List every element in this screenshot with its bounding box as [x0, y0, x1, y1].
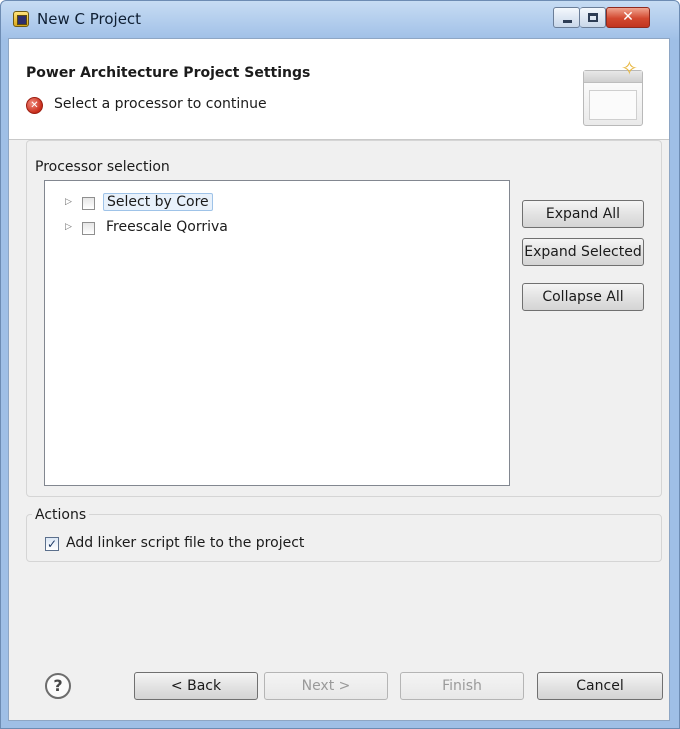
minimize-button[interactable] [553, 7, 580, 28]
close-button[interactable]: ✕ [606, 7, 650, 28]
add-linker-script-checkbox[interactable]: ✓ [45, 537, 59, 551]
maximize-icon [588, 13, 598, 22]
tree-item-freescale-qorriva[interactable]: ▷ Freescale Qorriva [45, 218, 509, 238]
expand-arrow-icon[interactable]: ▷ [65, 222, 72, 232]
add-linker-script-label[interactable]: Add linker script file to the project [66, 535, 304, 551]
back-button[interactable]: < Back [134, 672, 258, 700]
title-bar[interactable]: New C Project ✕ [1, 1, 679, 39]
expand-selected-button[interactable]: Expand Selected [522, 238, 644, 266]
processor-tree[interactable]: ▷ Select by Core ▷ Freescale Qorriva [44, 180, 510, 486]
finish-button[interactable]: Finish [400, 672, 524, 700]
sparkle-icon: ✧ [621, 56, 638, 80]
expand-all-button[interactable]: Expand All [522, 200, 644, 228]
page-title: Power Architecture Project Settings [26, 65, 311, 81]
tree-item-label[interactable]: Select by Core [103, 193, 213, 211]
cancel-button[interactable]: Cancel [537, 672, 663, 700]
tree-item-label[interactable]: Freescale Qorriva [103, 219, 231, 235]
collapse-all-button[interactable]: Collapse All [522, 283, 644, 311]
window-title: New C Project [37, 10, 142, 28]
wizard-banner: Power Architecture Project Settings ✕ Se… [9, 39, 669, 140]
app-icon [13, 11, 29, 27]
error-icon: ✕ [26, 97, 43, 114]
processor-selection-label: Processor selection [32, 159, 173, 175]
status-message: Select a processor to continue [54, 96, 267, 112]
actions-label: Actions [32, 507, 90, 523]
maximize-button[interactable] [580, 7, 606, 28]
tree-item-checkbox[interactable] [82, 197, 95, 210]
close-icon: ✕ [622, 9, 634, 25]
tree-item-checkbox[interactable] [82, 222, 95, 235]
tree-item-select-by-core[interactable]: ▷ Select by Core [45, 193, 509, 213]
minimize-icon [563, 20, 572, 23]
help-icon[interactable]: ? [45, 673, 71, 699]
expand-arrow-icon[interactable]: ▷ [65, 197, 72, 207]
next-button[interactable]: Next > [264, 672, 388, 700]
